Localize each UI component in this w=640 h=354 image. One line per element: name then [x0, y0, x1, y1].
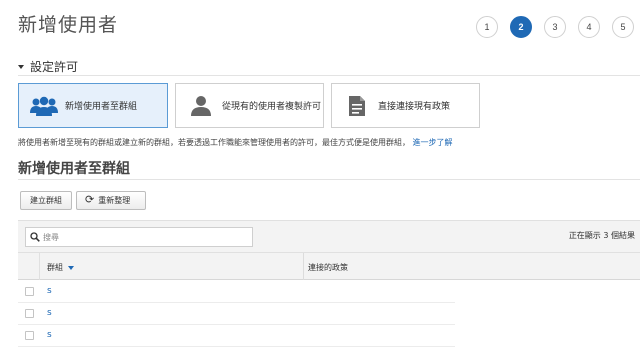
- permissions-section-toggle[interactable]: 設定許可: [18, 58, 78, 75]
- users-group-icon: [29, 94, 59, 118]
- option-attach-policies[interactable]: 直接連接現有政策: [331, 83, 480, 128]
- divider: [18, 75, 640, 76]
- step-2-current[interactable]: 2: [510, 16, 532, 38]
- groups-section-title: 新增使用者至群組: [18, 161, 130, 177]
- header-checkbox-cell: [18, 253, 40, 280]
- sort-down-icon: [68, 265, 74, 270]
- group-name-link[interactable]: s: [47, 330, 52, 340]
- group-name-link[interactable]: s: [47, 308, 52, 318]
- option-copy-permissions[interactable]: 從現有的使用者複製許可: [175, 83, 324, 128]
- search-box[interactable]: [25, 227, 253, 247]
- row-checkbox[interactable]: [25, 309, 34, 318]
- column-divider: [303, 253, 304, 280]
- table-row[interactable]: s: [18, 281, 455, 303]
- user-icon: [186, 94, 216, 118]
- row-checkbox[interactable]: [25, 287, 34, 296]
- option-label: 直接連接現有政策: [378, 102, 451, 112]
- column-group-sort[interactable]: 群組: [47, 262, 74, 273]
- table-row[interactable]: s: [18, 303, 455, 325]
- option-label: 從現有的使用者複製許可: [222, 102, 322, 112]
- caret-down-icon: [18, 64, 24, 69]
- row-checkbox[interactable]: [25, 331, 34, 340]
- step-5[interactable]: 5: [612, 16, 634, 38]
- divider: [18, 179, 640, 180]
- section-title: 設定許可: [30, 60, 79, 74]
- column-group-label: 群組: [47, 263, 63, 272]
- column-policy-label: 連接的政策: [308, 263, 348, 272]
- table-header: 群組 連接的政策: [18, 253, 640, 280]
- search-icon: [30, 232, 40, 242]
- description-text: 將使用者新增至現有的群組或建立新的群組，若要透過工作職能來管理使用者的許可，最佳…: [18, 138, 410, 147]
- step-4[interactable]: 4: [578, 16, 600, 38]
- permission-options: 新增使用者至群組 從現有的使用者複製許可 直接連接現有政策: [18, 83, 487, 128]
- table-toolbar: 正在顯示 3 個結果: [18, 220, 640, 253]
- table-row[interactable]: s: [18, 325, 455, 347]
- step-indicator: 1 2 3 4 5: [476, 16, 640, 38]
- page-title: 新增使用者: [18, 14, 119, 36]
- option-add-to-group[interactable]: 新增使用者至群組: [18, 83, 168, 128]
- create-group-button[interactable]: 建立群組: [20, 191, 72, 210]
- results-count: 正在顯示 3 個結果: [568, 231, 635, 240]
- learn-more-link[interactable]: 進一步了解: [413, 138, 453, 147]
- step-3[interactable]: 3: [544, 16, 566, 38]
- refresh-button[interactable]: ⟳ 重新整理: [76, 191, 146, 210]
- step-1[interactable]: 1: [476, 16, 498, 38]
- search-input[interactable]: [43, 232, 243, 242]
- refresh-icon: ⟳: [85, 194, 95, 206]
- refresh-label: 重新整理: [98, 196, 131, 205]
- group-name-link[interactable]: s: [47, 286, 52, 296]
- option-label: 新增使用者至群組: [65, 102, 138, 112]
- groups-description: 將使用者新增至現有的群組或建立新的群組，若要透過工作職能來管理使用者的許可，最佳…: [18, 137, 453, 148]
- document-icon: [342, 94, 372, 118]
